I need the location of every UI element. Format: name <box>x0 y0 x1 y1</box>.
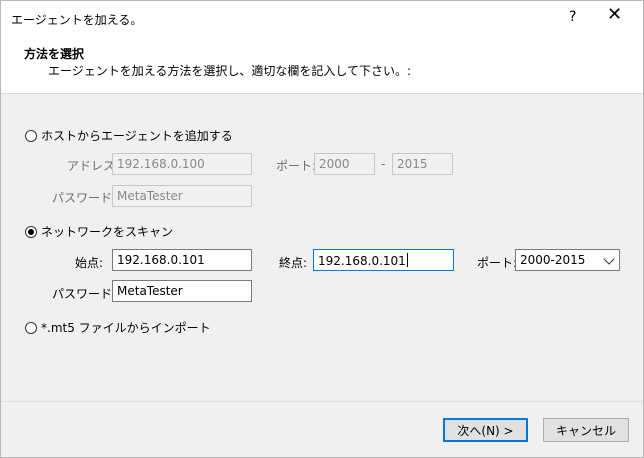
wizard-header: 方法を選択 エージェントを加える方法を選択し、適切な欄を記入して下さい。: <box>1 35 643 94</box>
window-title: エージェントを加える。 <box>11 13 143 27</box>
start-label: 始点: <box>75 256 104 270</box>
cancel-button[interactable]: キャンセル <box>543 418 629 442</box>
end-address-input[interactable]: 192.168.0.101 <box>313 249 454 271</box>
scan-password-label: パスワード: <box>52 287 117 301</box>
radio-label-scan: ネットワークをスキャン <box>41 225 174 239</box>
radio-label-import: *.mt5 ファイルからインポート <box>41 321 211 335</box>
page-subtitle: エージェントを加える方法を選択し、適切な欄を記入して下さい。: <box>48 64 412 78</box>
port-range-select[interactable]: 2000-2015 <box>515 249 620 271</box>
address-input[interactable]: 192.168.0.100 <box>112 153 252 175</box>
radio-scan-network[interactable]: ネットワークをスキャン <box>25 223 173 240</box>
help-icon[interactable]: ? <box>569 9 576 25</box>
port-range-value: 2000-2015 <box>520 253 586 267</box>
add-agent-dialog: エージェントを加える。 ? ✕ 方法を選択 エージェントを加える方法を選択し、適… <box>0 0 644 458</box>
radio-button-host[interactable] <box>25 129 37 142</box>
page-title: 方法を選択 <box>24 47 85 61</box>
host-port-to-input[interactable]: 2015 <box>392 153 453 175</box>
chevron-down-icon <box>603 253 615 265</box>
start-address-input[interactable]: 192.168.0.101 <box>112 249 252 271</box>
footer-divider <box>1 401 643 402</box>
port-range-dash: - <box>381 157 386 171</box>
host-port-from-input[interactable]: 2000 <box>314 153 375 175</box>
host-password-label: パスワード: <box>52 191 117 205</box>
radio-label-host: ホストからエージェントを追加する <box>41 129 233 143</box>
host-password-input[interactable]: MetaTester <box>112 185 252 207</box>
end-label: 終点: <box>279 256 308 270</box>
title-bar: エージェントを加える。 ? ✕ <box>1 1 643 35</box>
text-caret <box>406 253 408 267</box>
next-button[interactable]: 次へ(N) > <box>443 418 528 442</box>
close-icon[interactable]: ✕ <box>607 6 622 24</box>
host-port-label: ポート: <box>276 159 317 173</box>
end-address-value: 192.168.0.101 <box>318 254 406 268</box>
radio-button-scan[interactable] <box>25 225 37 238</box>
radio-button-import[interactable] <box>25 321 37 334</box>
scan-port-label: ポート: <box>477 256 518 270</box>
radio-import-mt5[interactable]: *.mt5 ファイルからインポート <box>25 319 211 336</box>
radio-add-from-host[interactable]: ホストからエージェントを追加する <box>25 127 233 144</box>
scan-password-input[interactable]: MetaTester <box>112 280 252 302</box>
